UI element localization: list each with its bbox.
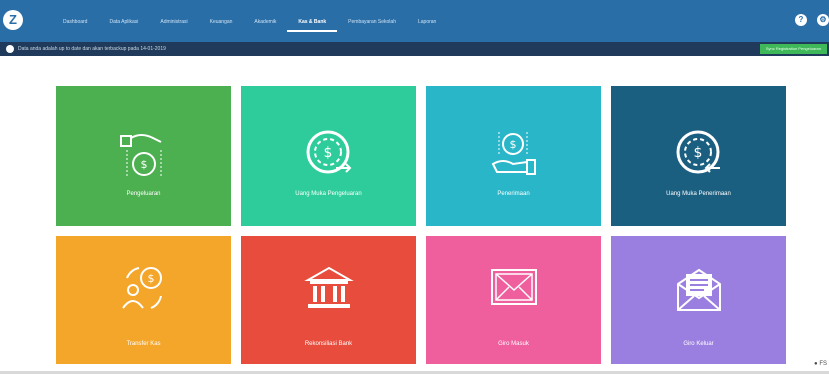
main-nav: Dashboard Data Aplikasi Administrasi Keu…: [52, 12, 447, 32]
sync-button[interactable]: Sync Registration Pengeluaran: [759, 44, 827, 54]
tile-label: Transfer Kas: [126, 341, 161, 347]
kas-bank-menu: $ Pengeluaran $ Uang Muka Pengeluaran $ …: [56, 86, 786, 364]
nav-item-dashboard[interactable]: Dashboard: [52, 12, 98, 32]
open-letter-icon: [676, 268, 721, 311]
tile-pengeluaran[interactable]: $ Pengeluaran: [56, 86, 231, 226]
tile-giro-masuk[interactable]: Giro Masuk: [426, 236, 601, 364]
tile-label: Uang Muka Pengeluaran: [295, 191, 362, 197]
transfer-cash-icon: $: [121, 267, 162, 309]
app-logo[interactable]: Z: [3, 10, 23, 30]
info-bar: Data anda adalah up to date dan akan ter…: [0, 42, 829, 56]
payment-hand-icon: $: [119, 134, 161, 176]
svg-text:$: $: [140, 158, 147, 171]
nav-item-kas-bank[interactable]: Kas & Bank: [287, 12, 338, 32]
top-navigation-bar: Z Dashboard Data Aplikasi Administrasi K…: [0, 0, 829, 42]
tile-giro-keluar[interactable]: Giro Keluar: [611, 236, 786, 364]
svg-text:$: $: [693, 145, 702, 161]
svg-text:$: $: [147, 272, 154, 285]
coin-arrow-out-icon: $: [306, 130, 351, 174]
tile-uang-muka-penerimaan[interactable]: $ Uang Muka Penerimaan: [611, 86, 786, 226]
tile-rekonsiliasi-bank[interactable]: Rekonsiliasi Bank: [241, 236, 416, 364]
status-indicator-icon: ● FS: [814, 361, 827, 367]
tile-penerimaan[interactable]: $ Penerimaan: [426, 86, 601, 226]
header-icons: ? ⚙: [795, 14, 829, 26]
coin-arrow-in-icon: $: [676, 130, 720, 174]
help-icon[interactable]: ?: [795, 14, 807, 26]
envelope-icon: [490, 269, 537, 305]
tile-label: Uang Muka Penerimaan: [666, 191, 731, 197]
tile-uang-muka-pengeluaran[interactable]: $ Uang Muka Pengeluaran: [241, 86, 416, 226]
nav-item-laporan[interactable]: Laporan: [407, 12, 447, 32]
tile-label: Rekonsiliasi Bank: [304, 341, 353, 347]
receive-money-icon: $: [491, 132, 536, 175]
info-icon: [6, 45, 14, 53]
svg-text:$: $: [323, 145, 332, 161]
tile-label: Penerimaan: [497, 191, 530, 197]
nav-item-keuangan[interactable]: Keuangan: [199, 12, 244, 32]
bank-building-icon: [303, 266, 354, 308]
info-message: Data anda adalah up to date dan akan ter…: [18, 46, 166, 52]
nav-item-data-aplikasi[interactable]: Data Aplikasi: [98, 12, 149, 32]
tile-transfer-kas[interactable]: $ Transfer Kas: [56, 236, 231, 364]
nav-item-administrasi[interactable]: Administrasi: [149, 12, 198, 32]
tile-label: Pengeluaran: [126, 191, 161, 197]
svg-text:$: $: [509, 138, 516, 151]
tile-label: Giro Masuk: [498, 341, 529, 347]
tile-label: Giro Keluar: [683, 341, 714, 347]
nav-item-akademik[interactable]: Akademik: [243, 12, 287, 32]
nav-item-pembayaran-sekolah[interactable]: Pembayaran Sekolah: [337, 12, 407, 32]
settings-icon[interactable]: ⚙: [817, 14, 829, 26]
